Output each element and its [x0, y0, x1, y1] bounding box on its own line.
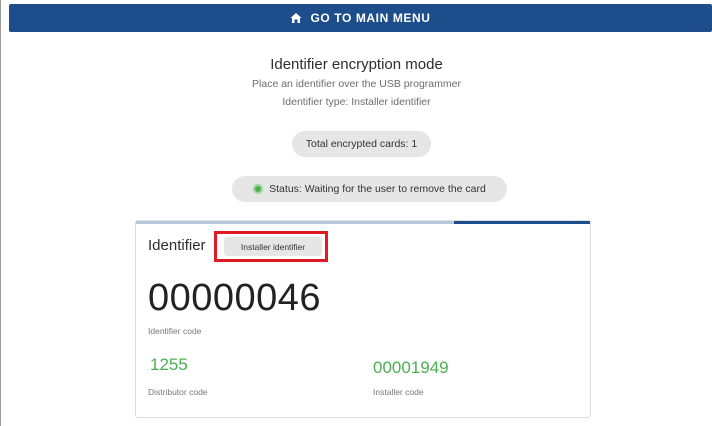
- type-badge-highlight: [214, 231, 328, 262]
- app-frame: GO TO MAIN MENU Identifier encryption mo…: [0, 0, 712, 426]
- total-encrypted-badge: Total encrypted cards: 1: [292, 131, 431, 157]
- distributor-code-label: Distributor code: [148, 387, 208, 397]
- status-indicator-icon: [253, 184, 264, 194]
- status-label: Status: Waiting for the user to remove t…: [269, 183, 486, 195]
- identifier-card: Identifier Installer identifier 00000046…: [135, 220, 591, 418]
- home-icon: [290, 12, 302, 24]
- card-progress-fill: [453, 221, 590, 224]
- identifier-type-text: Identifier type: Installer identifier: [282, 96, 431, 108]
- identifier-code-value: 00000046: [148, 277, 322, 319]
- page-title: Identifier encryption mode: [270, 56, 443, 73]
- card-progress-bar: [136, 221, 590, 224]
- go-to-main-menu-button[interactable]: GO TO MAIN MENU: [9, 4, 712, 32]
- total-encrypted-label: Total encrypted cards: 1: [305, 138, 418, 150]
- identifier-code-label: Identifier code: [148, 326, 202, 336]
- card-heading: Identifier: [148, 237, 206, 254]
- go-to-main-menu-label: GO TO MAIN MENU: [310, 11, 431, 25]
- distributor-code-value: 1255: [150, 355, 188, 374]
- installer-code-label: Installer code: [373, 387, 424, 397]
- instruction-text: Place an identifier over the USB program…: [252, 78, 461, 90]
- installer-code-value: 00001949: [373, 358, 449, 377]
- status-badge: Status: Waiting for the user to remove t…: [232, 176, 507, 202]
